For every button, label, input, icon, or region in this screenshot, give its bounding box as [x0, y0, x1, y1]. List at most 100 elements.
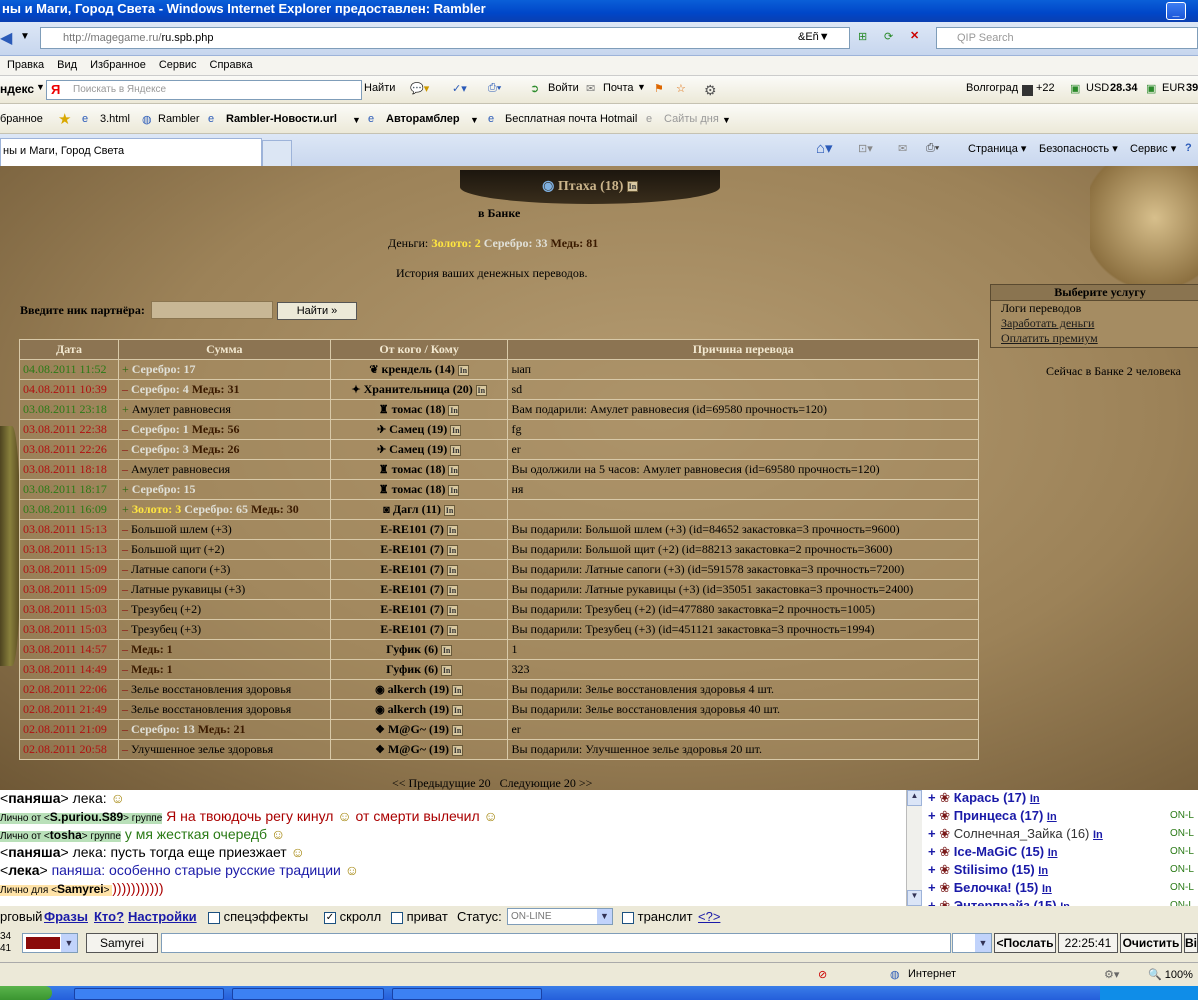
fav-link-rambler-news[interactable]: Rambler-Новости.url [226, 113, 337, 125]
chat-nick[interactable]: паняша [8, 844, 60, 860]
cell-counterparty[interactable]: ✦ Хранительница (20) In [329, 379, 509, 400]
who-link[interactable]: Кто? [94, 909, 124, 924]
menu-edit[interactable]: Правка [0, 56, 50, 71]
scroll-up-icon[interactable]: ▲ [907, 790, 922, 806]
chat-nick[interactable]: лека [8, 862, 39, 878]
cell-counterparty[interactable]: E-RE101 (7) In [329, 619, 509, 640]
cell-counterparty[interactable]: Гуфик (6) In [329, 659, 509, 680]
cell-counterparty[interactable]: ❦ крендель (14) In [329, 359, 509, 380]
info-icon[interactable]: In [446, 584, 458, 596]
qip-search-input[interactable]: QIP Search [936, 27, 1198, 49]
favorites-label[interactable]: бранное [0, 113, 43, 125]
player-name[interactable]: M@G~ (19) [388, 742, 449, 756]
player-name[interactable]: E-RE101 (7) [380, 602, 444, 616]
menu-favorites[interactable]: Избранное [83, 56, 152, 71]
scroll-down-icon[interactable]: ▼ [907, 890, 922, 906]
cell-counterparty[interactable]: ◉ alkerch (19) In [329, 679, 509, 700]
player-name[interactable]: Гуфик (6) [386, 642, 438, 656]
info-icon[interactable]: In [452, 744, 464, 756]
login-button[interactable]: Войти [548, 82, 579, 94]
info-link[interactable]: In [1093, 829, 1103, 841]
user-name[interactable]: Ice-MaGiC (15) [954, 844, 1044, 859]
user-name[interactable]: Солнечная_Зайка (16) [954, 826, 1090, 841]
expand-icon[interactable]: + [928, 862, 936, 877]
effects-checkbox[interactable]: спецэффекты [208, 909, 308, 924]
nick-button[interactable]: Samyrei [86, 933, 158, 953]
gear-icon[interactable]: ⚙ [704, 82, 717, 99]
mail-icon[interactable]: ✉ [898, 142, 907, 155]
info-link[interactable]: In [1048, 847, 1058, 859]
help-link[interactable]: <?> [698, 909, 720, 924]
info-link[interactable]: In [1047, 811, 1057, 823]
prev-page-link[interactable]: << Предыдущие 20 [392, 776, 491, 790]
info-icon[interactable]: In [441, 644, 453, 656]
home-icon[interactable]: ⌂▾ [816, 139, 833, 157]
info-icon[interactable]: In [448, 404, 460, 416]
cell-counterparty[interactable]: E-RE101 (7) In [329, 599, 509, 620]
speech-icon[interactable]: 💬▾ [410, 82, 429, 95]
player-name[interactable]: Самец (19) [389, 422, 447, 436]
cell-counterparty[interactable]: ❖ M@G~ (19) In [329, 739, 509, 760]
online-user[interactable]: + ❀ Stilisimo (15) In ON-L [922, 862, 1198, 880]
fav-link-hotmail[interactable]: Бесплатная почта Hotmail [505, 113, 637, 125]
info-link[interactable]: In [1038, 865, 1048, 877]
chat-nick[interactable]: S.puriou.S89 [50, 810, 123, 824]
send-button[interactable]: <Послать [994, 933, 1056, 953]
info-icon[interactable]: In [446, 524, 458, 536]
player-name[interactable]: alkerch (19) [388, 682, 449, 696]
user-name[interactable]: Энтерпрайз (15) [954, 898, 1057, 906]
player-name[interactable]: томас (18) [392, 402, 446, 416]
user-name[interactable]: Белочка! (15) [954, 880, 1039, 895]
player-name[interactable]: E-RE101 (7) [380, 562, 444, 576]
user-name[interactable]: Принцеса (17) [954, 808, 1044, 823]
minimize-button[interactable]: _ [1166, 2, 1186, 20]
taskbar-item[interactable] [74, 988, 224, 1000]
player-name[interactable]: E-RE101 (7) [380, 542, 444, 556]
menu-tools[interactable]: Сервис [152, 56, 203, 71]
chevron-down-icon[interactable]: ▼ [36, 82, 45, 92]
player-name[interactable]: Самец (19) [389, 442, 447, 456]
start-button[interactable] [0, 986, 52, 1000]
bookmark-icon[interactable]: ⚑ [654, 82, 664, 95]
fav-link-sites-of-day[interactable]: Сайты дня [664, 113, 719, 125]
info-icon[interactable]: In [446, 604, 458, 616]
player-name[interactable]: томас (18) [392, 482, 446, 496]
taskbar-item[interactable] [232, 988, 384, 1000]
player-name[interactable]: E-RE101 (7) [380, 522, 444, 536]
stop-icon[interactable]: ✕ [910, 29, 919, 42]
info-icon[interactable]: In [452, 724, 464, 736]
yandex-find-button[interactable]: Найти [364, 82, 395, 94]
info-icon[interactable]: In [446, 544, 458, 556]
status-select[interactable]: ON-LINE ▼ [507, 908, 613, 925]
settings-link[interactable]: Настройки [128, 909, 197, 924]
info-icon[interactable]: In [457, 364, 469, 376]
cell-counterparty[interactable]: E-RE101 (7) In [329, 579, 509, 600]
player-name[interactable]: томас (18) [392, 462, 446, 476]
info-icon[interactable]: In [446, 624, 458, 636]
spellcheck-icon[interactable]: ✓▾ [452, 82, 467, 95]
info-icon[interactable]: In [452, 684, 464, 696]
info-icon[interactable]: In [448, 464, 460, 476]
taskbar-item[interactable] [392, 988, 542, 1000]
info-icon[interactable]: In [446, 564, 458, 576]
cell-counterparty[interactable]: ✈ Самец (19) In [329, 439, 509, 460]
player-name[interactable]: крендель (14) [382, 362, 455, 376]
info-icon[interactable]: In [444, 504, 455, 516]
tab-active[interactable]: ны и Маги, Город Света [0, 138, 262, 166]
info-icon[interactable]: In [450, 444, 462, 456]
player-name[interactable]: Хранительница (20) [364, 382, 473, 396]
info-link[interactable]: In [1042, 883, 1052, 895]
url-input[interactable]: http://magegame.ru/ru.spb.php [40, 27, 850, 49]
online-user[interactable]: + ❀ Ice-MaGiC (15) In ON-L [922, 844, 1198, 862]
translate-icon[interactable]: ⎙▾ [488, 82, 501, 95]
tools-menu[interactable]: Сервис ▾ [1130, 142, 1176, 155]
menu-help[interactable]: Справка [203, 56, 259, 71]
user-name[interactable]: Карась (17) [954, 790, 1026, 805]
cell-counterparty[interactable]: E-RE101 (7) In [329, 559, 509, 580]
info-icon[interactable]: In [475, 384, 487, 396]
player-name[interactable]: Дагл (11) [393, 502, 441, 516]
add-favorite-icon[interactable]: ★ [58, 110, 71, 128]
expand-icon[interactable]: + [928, 790, 936, 805]
scroll-checkbox[interactable]: ✓ скролл [324, 909, 381, 924]
player-name[interactable]: E-RE101 (7) [380, 582, 444, 596]
